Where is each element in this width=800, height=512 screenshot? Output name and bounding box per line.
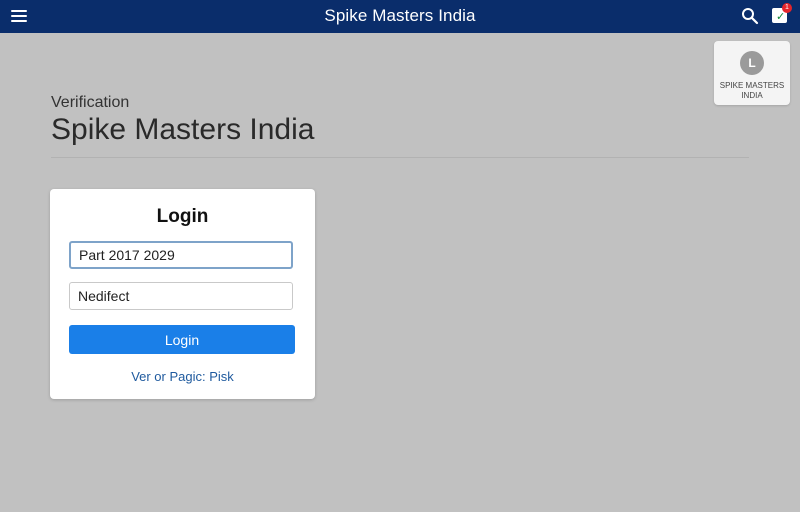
top-navbar: Spike Masters India ✓ 1 (0, 0, 800, 33)
login-heading: Login (156, 206, 209, 227)
cart-icon[interactable]: ✓ 1 (771, 3, 792, 26)
profile-name: Spike Masters India (719, 81, 785, 100)
divider (51, 157, 749, 158)
login-card: Login Login Ver or Pagic: Pisk (50, 189, 315, 399)
app-title: Spike Masters India (324, 6, 476, 25)
cart-badge: 1 (782, 3, 792, 13)
username-field[interactable] (69, 241, 293, 269)
avatar: L (740, 51, 764, 75)
password-field[interactable] (69, 282, 293, 310)
page-subtitle: Verification (51, 94, 130, 111)
check-icon: ✓ (776, 11, 786, 23)
search-icon[interactable] (741, 7, 759, 25)
help-link[interactable]: Ver or Pagic: Pisk (50, 369, 315, 384)
login-button[interactable]: Login (69, 325, 295, 354)
page-title: Spike Masters India (51, 113, 315, 146)
profile-card[interactable]: L Spike Masters India (714, 41, 790, 105)
